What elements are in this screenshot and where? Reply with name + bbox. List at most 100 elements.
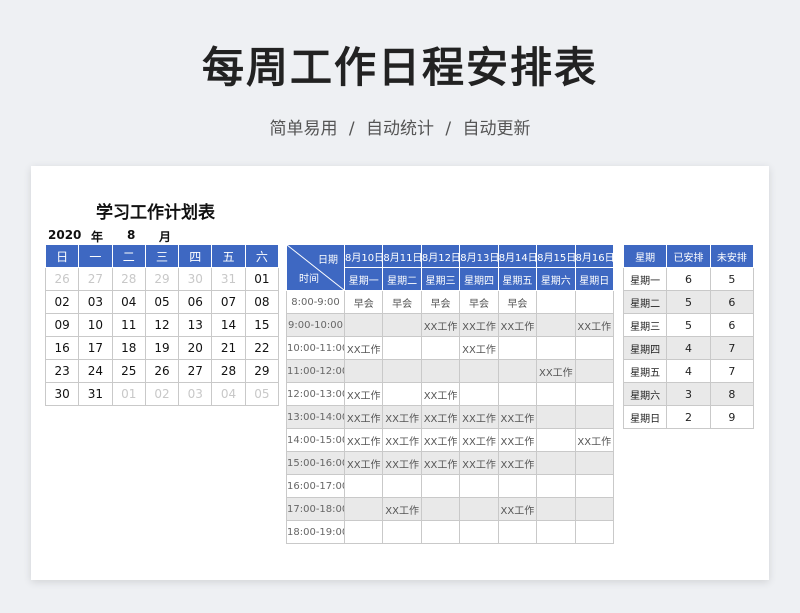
schedule-task-cell[interactable]: XX工作 — [382, 428, 422, 452]
calendar-day-cell[interactable]: 11 — [111, 313, 146, 337]
calendar-day-cell[interactable]: 08 — [244, 290, 280, 314]
schedule-task-cell[interactable] — [343, 520, 384, 544]
calendar-day-cell[interactable]: 30 — [44, 382, 80, 406]
schedule-task-cell[interactable]: XX工作 — [459, 428, 499, 452]
calendar-day-cell[interactable]: 30 — [178, 267, 213, 291]
schedule-task-cell[interactable] — [343, 497, 384, 521]
calendar-day-cell[interactable]: 02 — [44, 290, 80, 314]
schedule-task-cell[interactable]: XX工作 — [420, 405, 461, 429]
schedule-task-cell[interactable]: XX工作 — [420, 313, 461, 337]
schedule-task-cell[interactable]: XX工作 — [497, 313, 538, 337]
schedule-task-cell[interactable] — [382, 382, 422, 406]
calendar-day-cell[interactable]: 24 — [78, 359, 113, 383]
year-value[interactable]: 2020 — [48, 228, 81, 242]
calendar-day-cell[interactable]: 22 — [244, 336, 280, 360]
calendar-day-cell[interactable]: 05 — [144, 290, 180, 314]
calendar-day-cell[interactable]: 04 — [111, 290, 146, 314]
schedule-task-cell[interactable]: 早会 — [343, 290, 384, 314]
schedule-task-cell[interactable] — [420, 359, 461, 383]
schedule-task-cell[interactable] — [420, 497, 461, 521]
schedule-task-cell[interactable] — [459, 520, 499, 544]
calendar-day-cell[interactable]: 21 — [211, 336, 246, 360]
month-value[interactable]: 8 — [127, 228, 135, 242]
calendar-day-cell[interactable]: 01 — [111, 382, 146, 406]
calendar-day-cell[interactable]: 10 — [78, 313, 113, 337]
schedule-task-cell[interactable] — [536, 520, 576, 544]
schedule-task-cell[interactable]: XX工作 — [497, 497, 538, 521]
schedule-task-cell[interactable] — [574, 382, 615, 406]
calendar-day-cell[interactable]: 29 — [144, 267, 180, 291]
calendar-day-cell[interactable]: 16 — [44, 336, 80, 360]
schedule-task-cell[interactable]: XX工作 — [420, 451, 461, 475]
calendar-day-cell[interactable]: 14 — [211, 313, 246, 337]
schedule-task-cell[interactable] — [536, 290, 576, 314]
calendar-day-cell[interactable]: 05 — [244, 382, 280, 406]
schedule-task-cell[interactable] — [497, 520, 538, 544]
schedule-task-cell[interactable] — [574, 405, 615, 429]
schedule-task-cell[interactable]: XX工作 — [497, 405, 538, 429]
schedule-task-cell[interactable] — [574, 520, 615, 544]
schedule-task-cell[interactable]: XX工作 — [382, 497, 422, 521]
schedule-task-cell[interactable]: XX工作 — [382, 405, 422, 429]
schedule-task-cell[interactable] — [459, 497, 499, 521]
calendar-day-cell[interactable]: 04 — [211, 382, 246, 406]
schedule-task-cell[interactable] — [420, 520, 461, 544]
calendar-day-cell[interactable]: 20 — [178, 336, 213, 360]
schedule-task-cell[interactable]: XX工作 — [343, 451, 384, 475]
schedule-task-cell[interactable] — [343, 474, 384, 498]
schedule-task-cell[interactable]: XX工作 — [459, 451, 499, 475]
schedule-task-cell[interactable]: XX工作 — [536, 359, 576, 383]
schedule-task-cell[interactable] — [382, 359, 422, 383]
schedule-task-cell[interactable]: XX工作 — [343, 382, 384, 406]
schedule-task-cell[interactable]: XX工作 — [459, 313, 499, 337]
schedule-task-cell[interactable]: XX工作 — [343, 336, 384, 360]
calendar-day-cell[interactable]: 19 — [144, 336, 180, 360]
schedule-task-cell[interactable] — [536, 474, 576, 498]
calendar-day-cell[interactable]: 13 — [178, 313, 213, 337]
schedule-task-cell[interactable] — [382, 313, 422, 337]
calendar-day-cell[interactable]: 17 — [78, 336, 113, 360]
schedule-task-cell[interactable]: XX工作 — [420, 428, 461, 452]
calendar-day-cell[interactable]: 18 — [111, 336, 146, 360]
calendar-day-cell[interactable]: 15 — [244, 313, 280, 337]
schedule-task-cell[interactable]: XX工作 — [420, 382, 461, 406]
schedule-task-cell[interactable]: XX工作 — [497, 428, 538, 452]
calendar-day-cell[interactable]: 03 — [178, 382, 213, 406]
schedule-task-cell[interactable] — [536, 428, 576, 452]
schedule-task-cell[interactable]: XX工作 — [497, 451, 538, 475]
schedule-task-cell[interactable] — [497, 474, 538, 498]
schedule-task-cell[interactable] — [536, 451, 576, 475]
schedule-task-cell[interactable]: 早会 — [497, 290, 538, 314]
schedule-task-cell[interactable]: 早会 — [459, 290, 499, 314]
schedule-task-cell[interactable] — [536, 336, 576, 360]
calendar-day-cell[interactable]: 27 — [178, 359, 213, 383]
schedule-task-cell[interactable] — [459, 382, 499, 406]
schedule-task-cell[interactable] — [574, 290, 615, 314]
schedule-task-cell[interactable] — [343, 313, 384, 337]
calendar-day-cell[interactable]: 02 — [144, 382, 180, 406]
calendar-day-cell[interactable]: 23 — [44, 359, 80, 383]
schedule-task-cell[interactable] — [459, 474, 499, 498]
calendar-day-cell[interactable]: 29 — [244, 359, 280, 383]
calendar-day-cell[interactable]: 07 — [211, 290, 246, 314]
calendar-day-cell[interactable]: 25 — [111, 359, 146, 383]
schedule-task-cell[interactable] — [574, 497, 615, 521]
schedule-task-cell[interactable] — [536, 497, 576, 521]
schedule-task-cell[interactable]: XX工作 — [343, 405, 384, 429]
schedule-task-cell[interactable] — [420, 336, 461, 360]
calendar-day-cell[interactable]: 09 — [44, 313, 80, 337]
schedule-task-cell[interactable] — [574, 451, 615, 475]
schedule-task-cell[interactable] — [459, 359, 499, 383]
schedule-task-cell[interactable]: XX工作 — [459, 405, 499, 429]
schedule-task-cell[interactable] — [497, 336, 538, 360]
schedule-task-cell[interactable]: 早会 — [382, 290, 422, 314]
calendar-day-cell[interactable]: 31 — [78, 382, 113, 406]
schedule-task-cell[interactable] — [382, 474, 422, 498]
schedule-task-cell[interactable] — [420, 474, 461, 498]
calendar-day-cell[interactable]: 06 — [178, 290, 213, 314]
schedule-task-cell[interactable]: XX工作 — [343, 428, 384, 452]
schedule-task-cell[interactable]: XX工作 — [382, 451, 422, 475]
schedule-task-cell[interactable] — [574, 359, 615, 383]
calendar-day-cell[interactable]: 03 — [78, 290, 113, 314]
schedule-task-cell[interactable] — [343, 359, 384, 383]
